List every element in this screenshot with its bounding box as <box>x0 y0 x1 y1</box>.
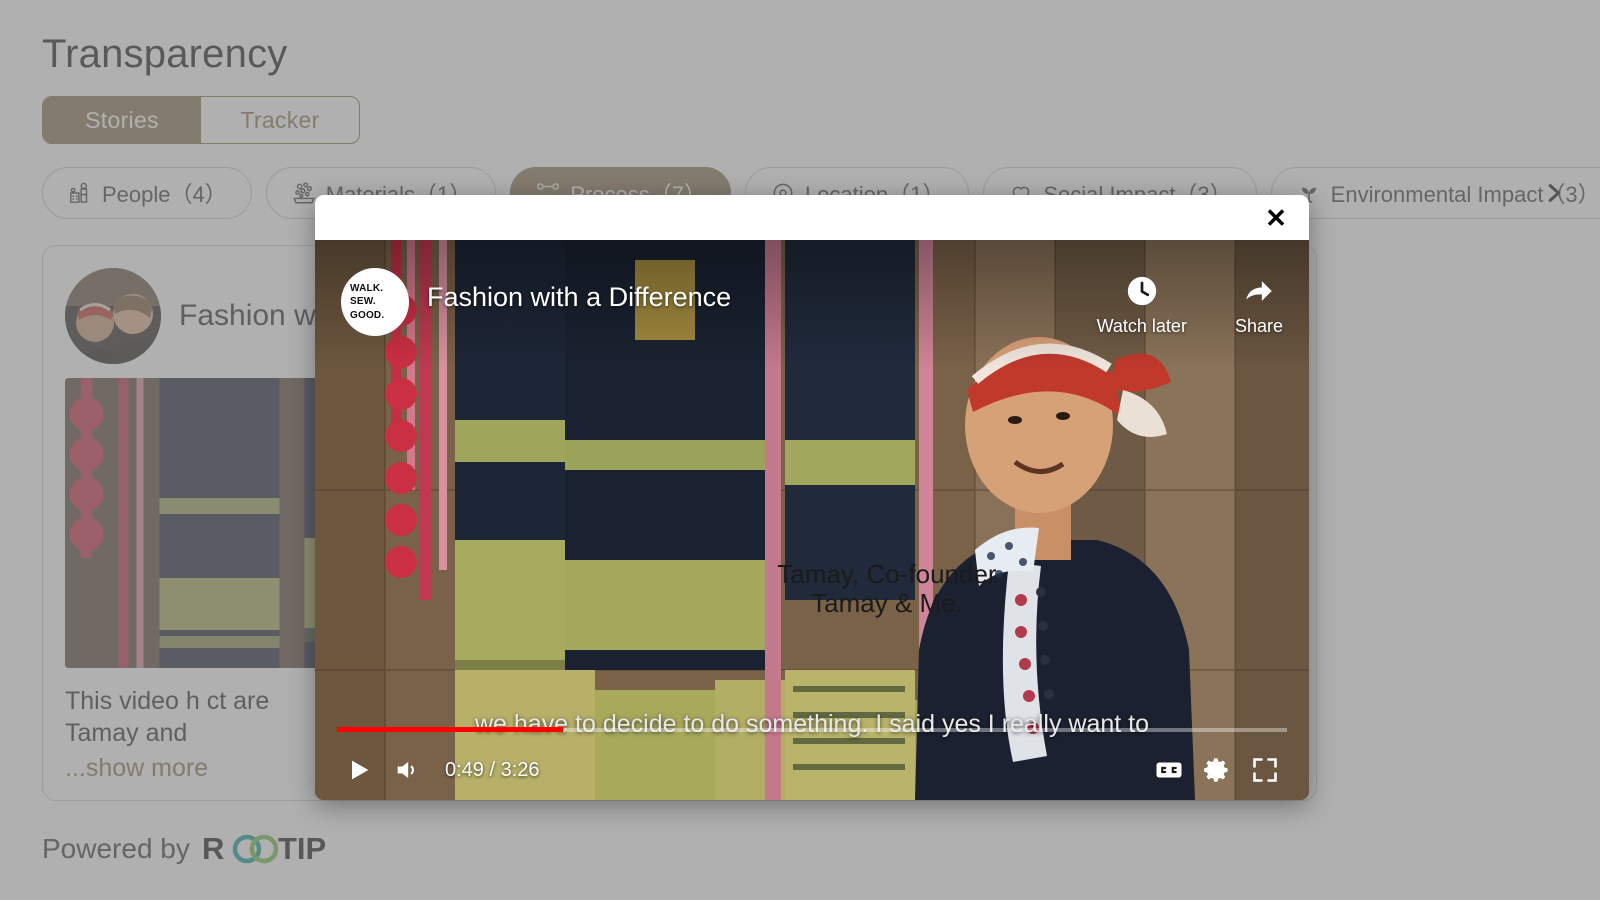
channel-logo-line-3: GOOD. <box>350 309 409 323</box>
share-label: Share <box>1235 316 1283 337</box>
player-actions: Watch later Share <box>1097 274 1283 337</box>
video-title[interactable]: Fashion with a Difference <box>427 282 1097 313</box>
modal-topbar: ✕ <box>315 195 1309 240</box>
watch-later-button[interactable]: Watch later <box>1097 274 1187 337</box>
fullscreen-icon[interactable] <box>1241 750 1289 790</box>
share-button[interactable]: Share <box>1235 274 1283 337</box>
close-icon[interactable]: ✕ <box>1261 203 1291 233</box>
cc-icon[interactable] <box>1145 750 1193 790</box>
clock-icon <box>1125 274 1159 308</box>
volume-icon[interactable] <box>383 750 431 790</box>
gear-icon[interactable] <box>1193 750 1241 790</box>
share-arrow-icon <box>1242 274 1276 308</box>
progress-bar[interactable] <box>337 728 1287 732</box>
progress-played <box>337 727 563 732</box>
time-display: 0:49 / 3:26 <box>445 759 540 782</box>
video-modal: ✕ <box>315 195 1309 800</box>
video-player[interactable]: WALK. SEW. GOOD. Fashion with a Differen… <box>315 240 1309 800</box>
watch-later-label: Watch later <box>1097 316 1187 337</box>
channel-logo-line-1: WALK. <box>350 282 409 296</box>
channel-avatar[interactable]: WALK. SEW. GOOD. <box>341 268 409 336</box>
player-controls: 0:49 / 3:26 <box>315 714 1309 800</box>
play-icon[interactable] <box>335 750 383 790</box>
channel-logo-line-2: SEW. <box>350 295 409 309</box>
